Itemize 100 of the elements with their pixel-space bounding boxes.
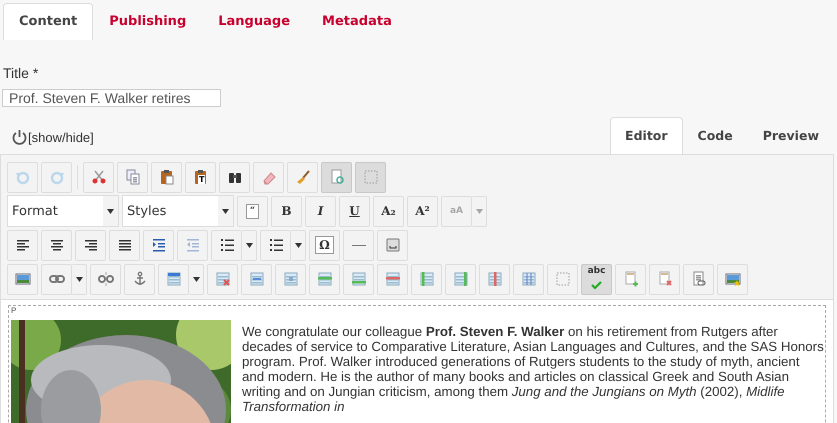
broom-icon <box>294 169 310 185</box>
editor-tab[interactable]: Preview <box>748 117 834 155</box>
insert-column-right-button[interactable] <box>445 264 476 294</box>
anchor-icon <box>132 271 148 287</box>
align-center-button[interactable] <box>41 230 72 260</box>
show-hide-toggle[interactable]: [show/hide] <box>12 129 94 145</box>
omega-button[interactable]: Ω <box>309 230 340 260</box>
table-button[interactable] <box>158 264 189 294</box>
insert-column-left-icon <box>418 271 434 287</box>
caret-icon <box>107 208 114 214</box>
indent-button[interactable] <box>143 230 174 260</box>
field-label: Title * <box>3 64 38 82</box>
table-grid-icon <box>520 271 536 287</box>
caret-icon <box>192 276 200 282</box>
dropdown-arrow-button[interactable] <box>72 264 87 294</box>
cell-properties-button[interactable] <box>547 264 578 294</box>
tab[interactable]: Language <box>202 3 306 40</box>
unlink-button[interactable] <box>90 264 121 294</box>
add-template-icon <box>622 271 638 287</box>
insert-row-below-button[interactable] <box>343 264 374 294</box>
cell-button[interactable] <box>275 264 306 294</box>
dropdown-arrow-button[interactable] <box>189 264 204 294</box>
add-template-button[interactable] <box>615 264 646 294</box>
undo-icon <box>14 169 30 185</box>
document-link-icon <box>690 271 706 287</box>
quote-button[interactable]: “ <box>237 196 268 226</box>
insert-row-above-icon <box>316 271 332 287</box>
dropdown-arrow-button[interactable] <box>242 230 257 260</box>
align-left-icon <box>14 237 30 253</box>
copy-button[interactable] <box>117 162 148 192</box>
underline-button[interactable]: U <box>339 196 370 226</box>
delete-row-icon <box>384 271 400 287</box>
block-tag: P <box>11 306 16 316</box>
indent-icon <box>150 237 166 253</box>
align-right-icon <box>82 237 98 253</box>
table-icon <box>166 271 182 287</box>
editor-tab[interactable]: Editor <box>610 117 683 155</box>
align-right-button[interactable] <box>75 230 106 260</box>
style-dropdown[interactable]: Format <box>7 195 119 227</box>
show-blocks-icon <box>362 169 378 185</box>
link-button[interactable] <box>41 264 72 294</box>
image-icon <box>14 271 30 287</box>
remove-template-button[interactable] <box>649 264 680 294</box>
binoculars-button[interactable] <box>219 162 250 192</box>
page-break-button[interactable] <box>377 230 408 260</box>
insert-column-right-icon <box>452 271 468 287</box>
tab[interactable]: Content <box>3 3 94 40</box>
italic-button[interactable]: I <box>305 196 336 226</box>
document-link-button[interactable] <box>683 264 714 294</box>
insert-column-left-button[interactable] <box>411 264 442 294</box>
delete-table-icon <box>214 271 230 287</box>
bold-button[interactable]: B <box>271 196 302 226</box>
bulleted-list-button[interactable] <box>260 230 291 260</box>
merge-cells-button[interactable] <box>241 264 272 294</box>
align-left-button[interactable] <box>7 230 38 260</box>
tab[interactable]: Metadata <box>306 3 408 40</box>
redo-icon <box>48 169 64 185</box>
delete-row-button[interactable] <box>377 264 408 294</box>
insert-row-below-icon <box>350 271 366 287</box>
delete-column-button[interactable] <box>479 264 510 294</box>
copy-icon <box>124 169 140 185</box>
subscript-button[interactable]: A₂ <box>373 196 404 226</box>
remove-template-icon <box>656 271 672 287</box>
title-field[interactable]: Prof. Steven F. Walker retires <box>2 89 221 107</box>
paste-text-button[interactable]: T <box>185 162 216 192</box>
caret-icon <box>76 276 82 282</box>
style-dropdown[interactable]: Styles <box>122 195 234 227</box>
cell-properties-icon <box>554 271 570 287</box>
tab[interactable]: Publishing <box>93 3 202 40</box>
horizontal-line-icon <box>352 244 366 246</box>
image-button[interactable] <box>7 264 38 294</box>
numbered-list-icon <box>218 237 234 253</box>
article-paragraph: We congratulate our colleague Prof. Steven F. Walker on his retirement from Rutgers after decades of service to Comparative Literature, Asian Languages and Cultures, and the SAS Honors program. Prof. Walker introduced generations of Rutgers students to the study of myth, ancient and modern. He is the author of many books and articles on classical Greek and South Asian writing and on Jungian criticism, among them Jung and the Jungians on Myth (2002), Midlife Transformation in <box>242 324 825 416</box>
unlink-icon <box>98 271 114 287</box>
show-blocks-button[interactable] <box>355 162 386 192</box>
image-star-button[interactable] <box>717 264 748 294</box>
page-break-icon <box>384 237 400 253</box>
dropdown-arrow-button[interactable] <box>291 230 306 260</box>
table-grid-button[interactable] <box>513 264 544 294</box>
outdent-icon <box>184 237 200 253</box>
preview-button[interactable] <box>321 162 352 192</box>
power-icon <box>12 129 27 145</box>
delete-column-icon <box>486 271 502 287</box>
bulleted-list-icon <box>268 237 284 253</box>
paste-button[interactable] <box>151 162 182 192</box>
paste-icon <box>158 169 174 185</box>
broom-button[interactable] <box>287 162 318 192</box>
editor-tab[interactable]: Code <box>682 117 748 155</box>
cell-icon <box>282 271 298 287</box>
numbered-list-button[interactable] <box>211 230 242 260</box>
caret-icon <box>222 208 229 214</box>
justify-button[interactable] <box>109 230 140 260</box>
caret-icon <box>246 242 252 248</box>
spellcheck-button[interactable]: abc <box>581 264 612 294</box>
cut-button[interactable] <box>83 162 114 192</box>
superscript-button[interactable]: A² <box>407 196 438 226</box>
cut-icon <box>90 169 106 185</box>
anchor-button[interactable] <box>124 264 155 294</box>
merge-cells-icon <box>248 271 264 287</box>
preview-icon <box>328 169 344 185</box>
